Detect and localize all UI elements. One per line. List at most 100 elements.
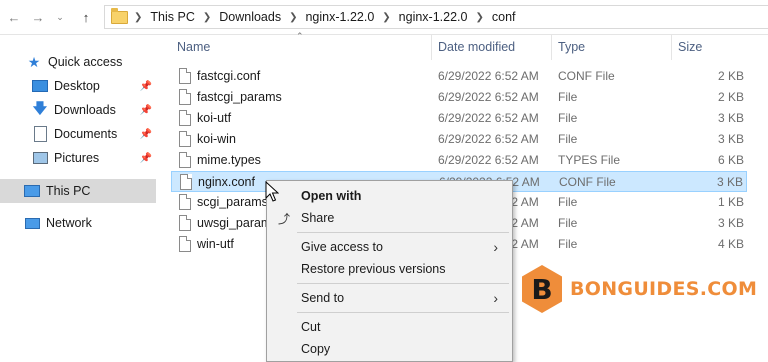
file-icon <box>179 131 191 147</box>
file-date: 6/29/2022 6:52 AM <box>438 132 539 146</box>
star-icon: ★ <box>27 53 41 70</box>
pin-icon[interactable]: 📌 <box>140 81 152 92</box>
file-row[interactable]: koi-utf 6/29/2022 6:52 AM File 3 KB <box>171 108 747 129</box>
file-size: 1 KB <box>717 195 744 209</box>
file-icon <box>179 110 191 126</box>
menu-separator <box>297 232 509 233</box>
nav-documents[interactable]: Documents 📌 <box>0 122 156 146</box>
nav-this-pc[interactable]: This PC <box>0 179 156 203</box>
menu-item-restore-label: Restore previous versions <box>301 262 446 276</box>
column-divider[interactable] <box>671 34 672 60</box>
nav-quick-access-label: Quick access <box>48 55 123 69</box>
desktop-icon <box>32 78 48 94</box>
file-name: fastcgi.conf <box>197 69 261 83</box>
file-row[interactable]: koi-win 6/29/2022 6:52 AM File 3 KB <box>171 129 747 150</box>
file-name: koi-win <box>197 132 236 146</box>
menu-separator <box>297 312 509 313</box>
file-row[interactable]: mime.types 6/29/2022 6:52 AM TYPES File … <box>171 150 747 171</box>
column-header-size[interactable]: Size <box>678 40 702 54</box>
back-icon[interactable]: ← <box>6 8 22 26</box>
pin-icon[interactable]: 📌 <box>140 129 152 140</box>
address-bar[interactable]: ❯ This PC ❯ Downloads ❯ nginx-1.22.0 ❯ n… <box>104 5 768 29</box>
file-type: File <box>558 237 578 251</box>
mouse-pointer-icon <box>265 181 279 202</box>
breadcrumb-nginx-outer[interactable]: nginx-1.22.0 <box>303 10 376 24</box>
menu-item-restore-versions[interactable]: Restore previous versions <box>267 258 512 280</box>
nav-desktop-label: Desktop <box>54 79 100 93</box>
menu-item-send-to[interactable]: Send to › <box>267 287 512 309</box>
nav-pictures[interactable]: Pictures 📌 <box>0 146 156 170</box>
context-menu: Open with ⤴ Share Give access to › Resto… <box>266 180 513 362</box>
chevron-right-icon[interactable]: ❯ <box>469 12 489 23</box>
bonguides-logo-icon: B <box>522 265 562 313</box>
file-type: File <box>558 195 578 209</box>
computer-icon <box>24 183 40 199</box>
navigation-pane: ★ Quick access Desktop 📌 🡇 Downloads 📌 D… <box>0 34 156 362</box>
column-header-date[interactable]: Date modified <box>438 40 515 54</box>
nav-network[interactable]: Network <box>0 211 156 235</box>
file-name: koi-utf <box>197 111 232 125</box>
watermark-letter: B <box>531 273 552 306</box>
file-type: File <box>558 90 578 104</box>
file-type: File <box>558 132 578 146</box>
file-size: 4 KB <box>717 237 744 251</box>
menu-item-share-label: Share <box>301 211 335 225</box>
file-icon <box>179 68 191 84</box>
menu-item-give-access-label: Give access to <box>301 240 383 254</box>
file-date: 6/29/2022 6:52 AM <box>438 69 539 83</box>
nav-pictures-label: Pictures <box>54 151 100 165</box>
file-type: CONF File <box>559 175 616 189</box>
file-icon <box>179 236 191 252</box>
file-row[interactable]: fastcgi.conf 6/29/2022 6:52 AM CONF File… <box>171 66 747 87</box>
breadcrumb-nginx-inner[interactable]: nginx-1.22.0 <box>397 10 470 24</box>
menu-item-copy[interactable]: Copy <box>267 338 512 360</box>
file-size: 2 KB <box>717 90 744 104</box>
column-divider[interactable] <box>551 34 552 60</box>
menu-item-give-access[interactable]: Give access to › <box>267 236 512 258</box>
pin-icon[interactable]: 📌 <box>140 153 152 164</box>
file-type: File <box>558 111 578 125</box>
sort-ascending-icon: ⌃ <box>296 31 304 41</box>
breadcrumb-this-pc[interactable]: This PC <box>148 10 196 24</box>
menu-item-share[interactable]: ⤴ Share <box>267 207 512 229</box>
file-name: mime.types <box>197 153 261 167</box>
column-divider[interactable] <box>431 34 432 60</box>
file-icon <box>179 152 191 168</box>
file-icon <box>179 215 191 231</box>
folder-icon <box>111 7 128 24</box>
chevron-right-icon[interactable]: ❯ <box>197 12 217 23</box>
forward-icon[interactable]: → <box>30 8 46 26</box>
file-icon <box>180 174 192 190</box>
submenu-arrow-icon: › <box>493 239 498 255</box>
menu-item-copy-label: Copy <box>301 342 331 356</box>
file-row[interactable]: fastcgi_params 6/29/2022 6:52 AM File 2 … <box>171 87 747 108</box>
nav-desktop[interactable]: Desktop 📌 <box>0 74 156 98</box>
network-icon <box>24 215 40 231</box>
breadcrumb-downloads[interactable]: Downloads <box>217 10 283 24</box>
chevron-right-icon[interactable]: ❯ <box>283 12 303 23</box>
column-header-name[interactable]: Name <box>177 40 210 54</box>
breadcrumb-conf[interactable]: conf <box>490 10 518 24</box>
file-type: TYPES File <box>558 153 621 167</box>
chevron-right-icon[interactable]: ❯ <box>128 12 148 23</box>
file-icon <box>179 89 191 105</box>
file-name: nginx.conf <box>198 175 255 189</box>
file-size: 3 KB <box>717 216 744 230</box>
recent-locations-chevron-icon[interactable]: ⌄ <box>52 8 68 26</box>
menu-item-send-to-label: Send to <box>301 291 345 305</box>
column-header-type[interactable]: Type <box>558 40 585 54</box>
pin-icon[interactable]: 📌 <box>140 105 152 116</box>
nav-quick-access[interactable]: ★ Quick access <box>0 50 156 74</box>
chevron-right-icon[interactable]: ❯ <box>376 12 396 23</box>
address-bar-row: ← → ⌄ ↑ ❯ This PC ❯ Downloads ❯ nginx-1.… <box>0 0 768 35</box>
file-date: 6/29/2022 6:52 AM <box>438 90 539 104</box>
nav-documents-label: Documents <box>54 127 118 141</box>
nav-network-label: Network <box>46 216 92 230</box>
nav-downloads[interactable]: 🡇 Downloads 📌 <box>0 98 156 122</box>
share-icon: ⤴ <box>277 211 290 226</box>
menu-separator <box>297 283 509 284</box>
up-icon[interactable]: ↑ <box>78 8 94 26</box>
menu-item-cut[interactable]: Cut <box>267 316 512 338</box>
file-size: 2 KB <box>717 69 744 83</box>
menu-item-open-with[interactable]: Open with <box>267 185 512 207</box>
